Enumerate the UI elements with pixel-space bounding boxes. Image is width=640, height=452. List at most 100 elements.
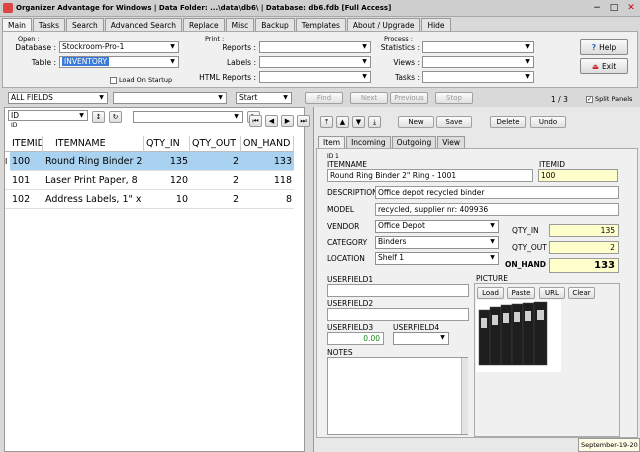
userfield3-field[interactable]: 0.00 xyxy=(327,332,384,345)
close-icon[interactable]: ✕ xyxy=(624,2,638,14)
tab-hide[interactable]: Hide xyxy=(421,18,451,31)
tab-incoming[interactable]: Incoming xyxy=(346,136,391,148)
undo-button[interactable]: Undo xyxy=(530,116,566,128)
app-icon xyxy=(3,3,13,13)
views-select[interactable]: ▼ xyxy=(422,56,534,68)
table-row[interactable]: 102 Address Labels, 1" x 10 2 8 xyxy=(5,190,294,209)
table-row[interactable]: 101 Laser Print Paper, 8 120 2 118 xyxy=(5,171,294,190)
chevron-down-icon: ▼ xyxy=(440,334,445,341)
exit-icon: ⏏ xyxy=(591,61,599,71)
tab-advanced-search[interactable]: Advanced Search xyxy=(104,18,182,31)
chevron-down-icon: ▼ xyxy=(525,43,530,50)
on-hand-label: ON_HAND xyxy=(505,260,546,269)
move-bottom-icon[interactable]: ⤓ xyxy=(368,116,381,128)
column-header-qty-in[interactable]: QTY_IN xyxy=(144,136,190,152)
help-button[interactable]: ? Help xyxy=(580,39,628,55)
vendor-select[interactable]: Office Depot ▼ xyxy=(375,220,499,233)
delete-button[interactable]: Delete xyxy=(490,116,526,128)
previous-button[interactable]: Previous xyxy=(390,92,428,104)
sort-field-select[interactable]: ID ▼ xyxy=(8,110,88,121)
move-down-icon[interactable]: ▼ xyxy=(352,116,365,128)
cell-itemid: 101 xyxy=(12,175,31,186)
cell-qty-in: 10 xyxy=(175,194,188,205)
tab-main[interactable]: Main xyxy=(2,18,32,32)
userfield1-field[interactable] xyxy=(327,284,469,297)
search-mode-select[interactable]: Start ▼ xyxy=(236,92,292,104)
minimize-icon[interactable]: − xyxy=(590,2,604,14)
search-field-select[interactable]: ALL FIELDS ▼ xyxy=(8,92,108,104)
picture-paste-button[interactable]: Paste xyxy=(507,287,535,299)
model-field[interactable]: recycled, supplier nr: 409936 xyxy=(375,203,619,216)
exit-button[interactable]: ⏏ Exit xyxy=(580,58,628,74)
tab-misc[interactable]: Misc xyxy=(225,18,255,31)
description-field[interactable]: Office depot recycled binder xyxy=(375,186,619,199)
move-top-icon[interactable]: ⤒ xyxy=(320,116,333,128)
itemid-field[interactable]: 100 xyxy=(538,169,618,182)
binders-picture xyxy=(476,300,561,372)
reports-select[interactable]: ▼ xyxy=(259,41,371,53)
statistics-select[interactable]: ▼ xyxy=(422,41,534,53)
last-record-icon[interactable]: ⏭ xyxy=(297,115,310,127)
database-label: Database : xyxy=(15,43,56,52)
html-reports-select[interactable]: ▼ xyxy=(259,71,371,83)
column-header-qty-out[interactable]: QTY_OUT xyxy=(190,136,241,152)
picture-load-button[interactable]: Load xyxy=(477,287,504,299)
notes-field[interactable] xyxy=(327,357,468,435)
picture-clear-button[interactable]: Clear xyxy=(568,287,595,299)
sort-direction-icon[interactable]: ↕ xyxy=(92,111,105,123)
tab-tasks[interactable]: Tasks xyxy=(32,18,66,31)
check-icon: ✓ xyxy=(586,95,593,103)
next-record-icon[interactable]: ▶ xyxy=(281,115,294,127)
database-select[interactable]: Stockroom-Pro-1 ▼ xyxy=(59,41,179,53)
chevron-down-icon: ▼ xyxy=(218,94,223,101)
save-button[interactable]: Save xyxy=(436,116,472,128)
chevron-down-icon: ▼ xyxy=(79,112,84,119)
split-panels-checkbox[interactable]: ✓ Split Panels xyxy=(586,95,632,103)
print-group-title: Print : xyxy=(205,35,225,43)
help-button-label: Help xyxy=(599,42,617,52)
filter-select[interactable]: ▼ xyxy=(133,111,243,123)
cell-on-hand: 8 xyxy=(285,194,292,205)
prev-record-icon[interactable]: ◀ xyxy=(265,115,278,127)
tab-backup[interactable]: Backup xyxy=(255,18,295,31)
tab-about-upgrade[interactable]: About / Upgrade xyxy=(346,18,421,31)
qty-out-field[interactable]: 2 xyxy=(549,241,619,254)
column-header-on-hand[interactable]: ON_HAND xyxy=(241,136,294,152)
maximize-icon[interactable]: □ xyxy=(607,2,621,14)
move-up-icon[interactable]: ▲ xyxy=(336,116,349,128)
search-input[interactable]: ▼ xyxy=(113,92,227,104)
tab-view[interactable]: View xyxy=(437,136,466,148)
userfield4-select[interactable]: ▼ xyxy=(393,332,449,345)
stop-button[interactable]: Stop xyxy=(435,92,473,104)
category-select[interactable]: Binders ▼ xyxy=(375,236,499,249)
tasks-select[interactable]: ▼ xyxy=(422,71,534,83)
tab-replace[interactable]: Replace xyxy=(183,18,225,31)
on-hand-field: 133 xyxy=(549,258,619,273)
qty-in-field[interactable]: 135 xyxy=(549,224,619,237)
refresh-icon[interactable]: ↻ xyxy=(109,111,122,123)
picture-url-button[interactable]: URL xyxy=(539,287,565,299)
first-record-icon[interactable]: ⏮ xyxy=(249,115,262,127)
help-icon: ? xyxy=(591,42,597,52)
tab-outgoing[interactable]: Outgoing xyxy=(391,136,437,148)
load-on-startup-checkbox[interactable]: Load On Startup xyxy=(110,76,172,84)
userfield2-field[interactable] xyxy=(327,308,469,321)
cell-qty-out: 2 xyxy=(232,194,239,205)
location-select[interactable]: Shelf 1 ▼ xyxy=(375,252,499,265)
column-header-itemname[interactable]: ITEMNAME xyxy=(43,136,144,152)
tab-templates[interactable]: Templates xyxy=(295,18,346,31)
column-header-itemid[interactable]: ITEMID xyxy=(10,136,43,152)
table-row[interactable]: I 100 Round Ring Binder 2 135 2 133 xyxy=(5,152,294,171)
itemname-field[interactable]: Round Ring Binder 2" Ring - 1001 xyxy=(327,169,533,182)
chevron-down-icon: ▼ xyxy=(525,58,530,65)
next-button[interactable]: Next xyxy=(350,92,388,104)
notes-scrollbar[interactable] xyxy=(461,358,468,434)
find-button[interactable]: Find xyxy=(305,92,343,104)
location-value: Shelf 1 xyxy=(378,253,405,262)
tab-item[interactable]: Item xyxy=(318,136,346,148)
new-button[interactable]: New xyxy=(398,116,434,128)
labels-select[interactable]: ▼ xyxy=(259,56,371,68)
database-value: Stockroom-Pro-1 xyxy=(62,42,125,51)
table-select[interactable]: INVENTORY ▼ xyxy=(59,56,179,68)
tab-search[interactable]: Search xyxy=(66,18,104,31)
